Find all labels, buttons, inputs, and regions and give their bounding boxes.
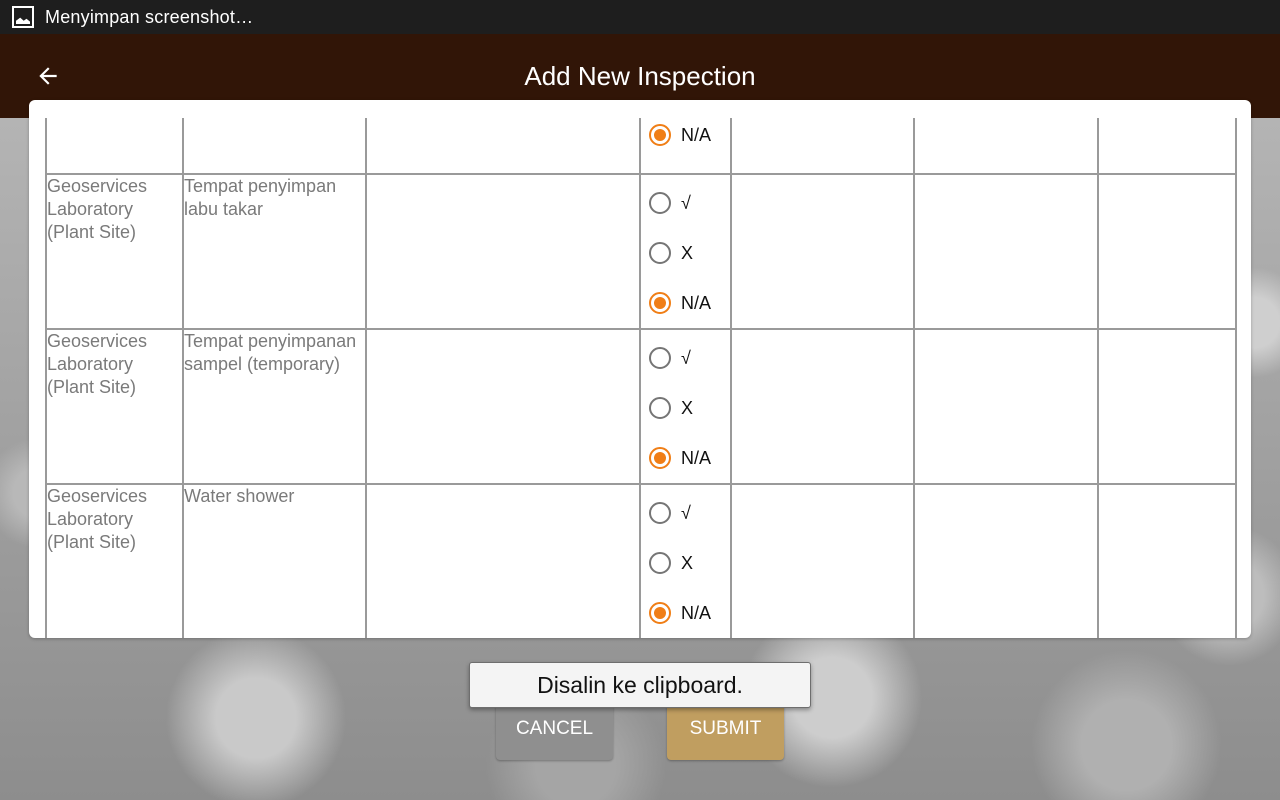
radio-group: N/A <box>641 118 730 160</box>
table-row: Geoservices Laboratory (Plant Site) Tempa… <box>45 173 1237 330</box>
radio-option[interactable]: √ <box>641 178 730 228</box>
radio-checked-icon <box>649 602 671 624</box>
radio-label: √ <box>681 192 691 213</box>
radio-label: X <box>681 552 694 573</box>
location-cell: Geoservices Laboratory (Plant Site) <box>45 173 184 330</box>
radio-checked-icon <box>649 447 671 469</box>
radio-option[interactable]: √ <box>641 488 730 538</box>
table-row: N/A <box>45 118 1237 175</box>
radio-option[interactable]: X <box>641 228 730 278</box>
status-bar: Menyimpan screenshot… <box>0 0 1280 34</box>
table-row: Geoservices Laboratory (Plant Site) Water… <box>45 483 1237 638</box>
table-cell[interactable] <box>730 328 915 485</box>
notes-cell[interactable] <box>365 328 641 485</box>
radio-label: N/A <box>681 447 712 468</box>
table-row: Geoservices Laboratory (Plant Site) Tempa… <box>45 328 1237 485</box>
radio-unchecked-icon <box>649 192 671 214</box>
radio-unchecked-icon <box>649 552 671 574</box>
inspection-table-viewport[interactable]: N/A Geoservices Laboratory (Plant Site) Te… <box>29 118 1251 638</box>
table-cell <box>1097 118 1237 175</box>
radio-unchecked-icon <box>649 242 671 264</box>
radio-label: N/A <box>681 124 712 145</box>
table-cell[interactable] <box>730 173 915 330</box>
radio-group: √ X N/A <box>641 330 730 483</box>
radio-label: N/A <box>681 292 712 313</box>
status-cell: √ X N/A <box>639 483 732 638</box>
table-cell <box>45 118 184 175</box>
table-cell[interactable] <box>1097 173 1237 330</box>
radio-group: √ X N/A <box>641 175 730 328</box>
status-notification-text: Menyimpan screenshot… <box>45 6 254 27</box>
location-cell: Geoservices Laboratory (Plant Site) <box>45 328 184 485</box>
radio-checked-icon <box>649 292 671 314</box>
arrow-back-icon <box>39 67 57 85</box>
item-cell: Tempat penyimpan labu takar <box>182 173 367 330</box>
radio-option[interactable]: N/A <box>641 433 730 483</box>
notes-cell[interactable] <box>365 173 641 330</box>
radio-checked-icon <box>649 124 671 146</box>
table-cell[interactable] <box>913 173 1099 330</box>
radio-option[interactable]: √ <box>641 333 730 383</box>
table-cell <box>182 118 367 175</box>
radio-group: √ X N/A <box>641 485 730 638</box>
table-cell <box>730 118 915 175</box>
radio-option[interactable]: X <box>641 383 730 433</box>
radio-unchecked-icon <box>649 397 671 419</box>
radio-label: √ <box>681 347 691 368</box>
table-cell[interactable] <box>1097 328 1237 485</box>
inspection-table: N/A Geoservices Laboratory (Plant Site) Te… <box>45 118 1237 638</box>
radio-option[interactable]: X <box>641 538 730 588</box>
table-cell[interactable] <box>913 483 1099 638</box>
status-cell: √ X N/A <box>639 328 732 485</box>
table-cell[interactable] <box>730 483 915 638</box>
item-cell: Tempat penyimpanan sampel (temporary) <box>182 328 367 485</box>
back-button[interactable] <box>24 52 72 100</box>
radio-unchecked-icon <box>649 347 671 369</box>
radio-label: X <box>681 242 694 263</box>
location-cell: Geoservices Laboratory (Plant Site) <box>45 483 184 638</box>
item-cell: Water shower <box>182 483 367 638</box>
notes-cell[interactable] <box>365 483 641 638</box>
radio-label: N/A <box>681 602 712 623</box>
table-cell <box>365 118 641 175</box>
toast-message: Disalin ke clipboard. <box>469 662 811 708</box>
status-cell: N/A <box>639 118 732 175</box>
radio-label: X <box>681 397 694 418</box>
radio-label: √ <box>681 502 691 523</box>
radio-option[interactable]: N/A <box>641 278 730 328</box>
table-cell[interactable] <box>1097 483 1237 638</box>
radio-option[interactable]: N/A <box>641 588 730 638</box>
image-icon <box>12 6 34 28</box>
radio-unchecked-icon <box>649 502 671 524</box>
radio-option[interactable]: N/A <box>641 118 730 160</box>
table-cell <box>913 118 1099 175</box>
table-cell[interactable] <box>913 328 1099 485</box>
status-cell: √ X N/A <box>639 173 732 330</box>
